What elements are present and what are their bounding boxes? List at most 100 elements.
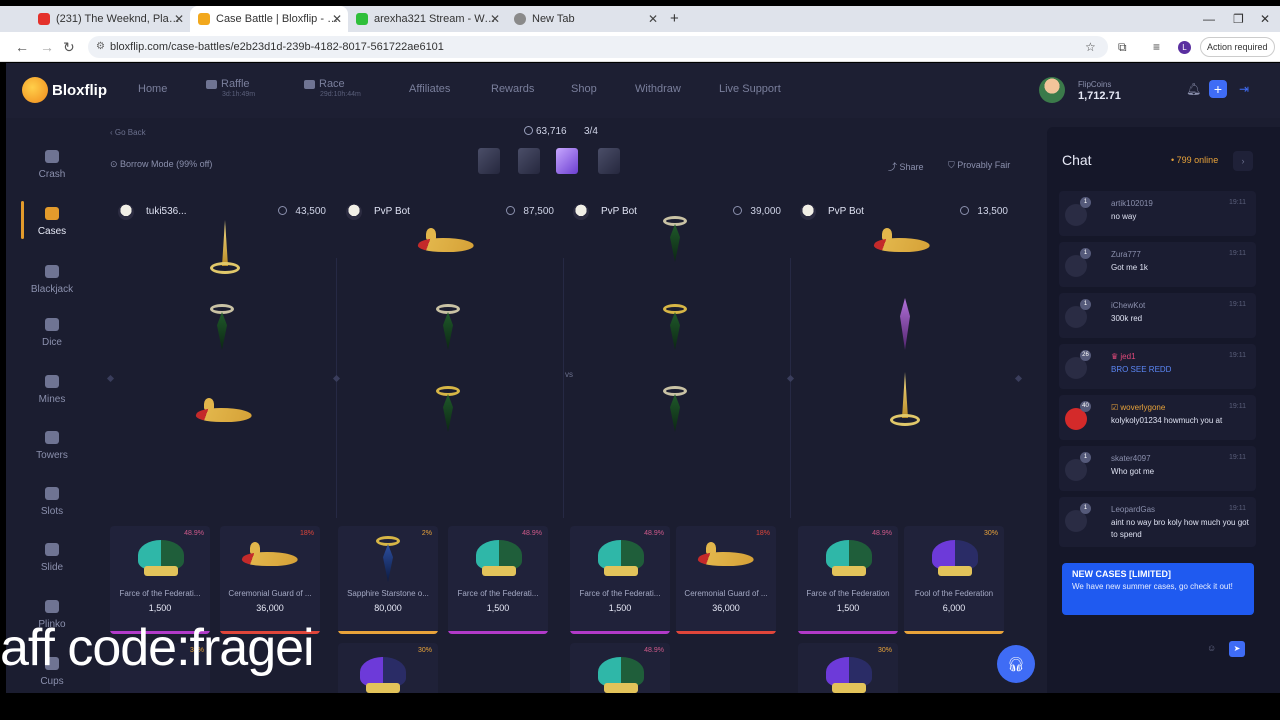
lamp-icon xyxy=(415,238,477,252)
minimize-icon[interactable]: — xyxy=(1203,12,1215,26)
item-value: 36,000 xyxy=(712,603,740,613)
new-tab-button[interactable]: + xyxy=(670,10,679,27)
case-card[interactable]: 2% Sapphire Starstone o... 80,000 xyxy=(338,526,438,634)
chat-username[interactable]: ☑ woverlygone xyxy=(1111,403,1165,412)
player-name: PvP Bot xyxy=(374,206,410,217)
restore-icon[interactable]: ❐ xyxy=(1233,12,1244,26)
chat-collapse-button[interactable]: › xyxy=(1233,151,1253,171)
nav-home[interactable]: Home xyxy=(138,83,167,95)
profile-avatar[interactable]: L xyxy=(1178,41,1191,54)
provably-fair-button[interactable]: ⛉ Provably Fair xyxy=(948,160,1010,171)
hat-brim xyxy=(890,414,920,426)
sidebar-item-towers[interactable]: Towers xyxy=(6,431,98,461)
announcement-banner[interactable]: NEW CASES [LIMITED] We have new summer c… xyxy=(1062,563,1254,615)
sword-icon xyxy=(670,312,680,350)
item-name: Farce of the Federati... xyxy=(119,589,201,598)
forward-icon[interactable]: → xyxy=(40,39,54,55)
cherry-icon xyxy=(45,487,59,500)
nav-shop[interactable]: Shop xyxy=(571,83,597,95)
sidebar-item-slide[interactable]: Slide xyxy=(6,543,98,573)
back-icon[interactable]: ← xyxy=(15,39,29,55)
plinko-icon xyxy=(45,600,59,613)
kick-icon xyxy=(356,13,368,25)
sidebar-item-cases[interactable]: Cases xyxy=(6,201,98,239)
share-button[interactable]: ⤴ Share xyxy=(888,160,924,173)
nav-affiliates[interactable]: Affiliates xyxy=(409,83,450,95)
nav-live-support[interactable]: Live Support xyxy=(719,83,781,95)
logout-icon[interactable]: ⇥ xyxy=(1239,82,1249,96)
reload-icon[interactable]: ↻ xyxy=(63,39,75,56)
sidebar-item-dice[interactable]: Dice xyxy=(6,318,98,348)
case-card-lower[interactable]: 30% xyxy=(798,643,898,693)
nav-raffle[interactable]: Raffle 3d:1h:49m xyxy=(206,78,255,98)
send-button[interactable]: ➤ xyxy=(1229,641,1245,657)
rail-marker xyxy=(332,374,341,383)
browser-tab-youtube[interactable]: (231) The Weeknd, Playboi ✕ xyxy=(30,6,190,32)
case-card[interactable]: 48.9% Farce of the Federation 1,500 xyxy=(798,526,898,634)
browser-tab-kick[interactable]: arexha321 Stream - Watch Live ✕ xyxy=(348,6,506,32)
player-slot[interactable]: PvP Bot 87,500 xyxy=(338,195,560,229)
emoji-icon[interactable]: ☺ xyxy=(1207,643,1216,653)
item-name: Farce of the Federation xyxy=(806,589,890,598)
deposit-button[interactable]: + xyxy=(1209,80,1227,98)
slide-icon xyxy=(45,543,59,556)
case-card[interactable]: 18% Ceremonial Guard of ... 36,000 xyxy=(676,526,776,634)
item-value: 1,500 xyxy=(148,603,172,613)
site-info-icon[interactable]: ⚙ xyxy=(96,36,105,58)
chat-username[interactable]: artik102019 xyxy=(1111,199,1153,208)
chat-username[interactable]: iChewKot xyxy=(1111,301,1145,310)
action-required-button[interactable]: Action required xyxy=(1200,37,1275,57)
chat-username[interactable]: LeopardGas xyxy=(1111,505,1155,514)
player-value: 13,500 xyxy=(960,206,1008,217)
case-thumb-active[interactable] xyxy=(556,148,578,174)
tab-title: arexha321 Stream - Watch Live xyxy=(374,13,498,25)
chat-username[interactable]: Zura777 xyxy=(1111,250,1141,259)
user-avatar[interactable] xyxy=(1039,77,1065,103)
browser-tab-bloxflip[interactable]: Case Battle | Bloxflip - R$ S ✕ xyxy=(190,6,348,32)
case-card[interactable]: 30% Fool of the Federation 6,000 xyxy=(904,526,1004,634)
player-avatar xyxy=(346,204,362,220)
browser-tab-newtab[interactable]: New Tab ✕ xyxy=(506,6,664,32)
nav-race[interactable]: Race 29d:10h:44m xyxy=(304,78,361,98)
case-card[interactable]: 48.9% Farce of the Federati... 1,500 xyxy=(570,526,670,634)
extensions-icon[interactable]: ⧉ xyxy=(1118,40,1127,55)
case-thumb[interactable] xyxy=(478,148,500,174)
chat-message: 1 skater4097 19:11 Who got me xyxy=(1059,446,1256,491)
sidebar-item-mines[interactable]: Mines xyxy=(6,375,98,405)
close-icon[interactable]: ✕ xyxy=(490,12,500,26)
bookmark-star-icon[interactable]: ☆ xyxy=(1085,40,1096,54)
chat-message: 1 LeopardGas 19:11 aint no way bro koly how… xyxy=(1059,497,1256,547)
case-card-lower[interactable]: 48.9% xyxy=(570,643,670,693)
case-thumb[interactable] xyxy=(518,148,540,174)
balance-value[interactable]: 1,712.71 xyxy=(1078,90,1121,102)
nav-withdraw[interactable]: Withdraw xyxy=(635,83,681,95)
close-icon[interactable]: ✕ xyxy=(648,12,658,26)
sidebar-item-crash[interactable]: Crash xyxy=(6,150,98,180)
go-back-link[interactable]: ‹ Go Back xyxy=(110,128,146,137)
jester-hat-icon xyxy=(476,540,522,576)
player-slot[interactable]: PvP Bot 13,500 xyxy=(792,195,1014,229)
chat-title: Chat xyxy=(1062,152,1092,168)
case-card-lower[interactable]: 30% xyxy=(338,643,438,693)
nav-rewards[interactable]: Rewards xyxy=(491,83,534,95)
rarity-bar xyxy=(448,631,548,634)
chat-username[interactable]: skater4097 xyxy=(1111,454,1151,463)
sidebar-item-slots[interactable]: Slots xyxy=(6,487,98,517)
sidebar-item-blackjack[interactable]: Blackjack xyxy=(6,265,98,295)
close-icon[interactable]: ✕ xyxy=(332,12,342,26)
support-headset-button[interactable]: 🎧︎ xyxy=(997,645,1035,683)
coin-icon xyxy=(278,206,288,215)
borrow-mode-label: Borrow Mode (99% off) xyxy=(120,159,213,169)
item-name: Farce of the Federati... xyxy=(579,589,661,598)
address-bar[interactable]: ⚙ bloxflip.com/case-battles/e2b23d1d-239… xyxy=(88,36,1108,58)
case-card[interactable]: 48.9% Farce of the Federati... 1,500 xyxy=(448,526,548,634)
case-thumb[interactable] xyxy=(598,148,620,174)
bell-icon[interactable]: 🔔︎ xyxy=(1186,82,1201,96)
close-icon[interactable]: ✕ xyxy=(174,12,184,26)
window-close-icon[interactable]: ✕ xyxy=(1260,12,1270,26)
media-control-icon[interactable]: ≡ xyxy=(1153,40,1160,54)
chat-username[interactable]: ♛ jed1 xyxy=(1111,352,1136,361)
drop-chance: 48.9% xyxy=(872,530,892,537)
player-value: 39,000 xyxy=(733,206,781,217)
site-logo[interactable]: Bloxflip xyxy=(22,77,107,103)
